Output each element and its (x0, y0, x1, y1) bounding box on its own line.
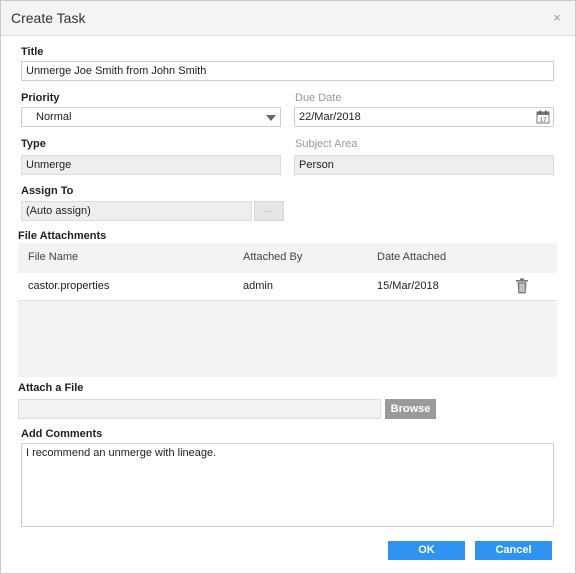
priority-selected-value: Normal (36, 111, 72, 123)
comments-textarea[interactable]: I recommend an unmerge with lineage. (21, 443, 554, 527)
cell-date-attached: 15/Mar/2018 (377, 280, 439, 292)
file-attachments-label: File Attachments (18, 230, 107, 242)
create-task-dialog: Create Task × Title Unmerge Joe Smith fr… (0, 0, 576, 574)
browse-button[interactable]: Browse (385, 399, 436, 419)
column-header-file-name[interactable]: File Name (28, 251, 78, 263)
trash-icon[interactable] (515, 278, 529, 294)
assign-to-label: Assign To (21, 185, 74, 197)
cell-file-name: castor.properties (28, 280, 110, 292)
assign-to-field[interactable]: (Auto assign) (21, 201, 252, 221)
column-header-attached-by[interactable]: Attached By (243, 251, 302, 263)
close-icon[interactable]: × (553, 10, 561, 25)
cancel-button[interactable]: Cancel (475, 541, 552, 560)
due-date-label: Due Date (295, 92, 342, 104)
attach-file-path[interactable] (18, 399, 381, 419)
cell-attached-by: admin (243, 280, 273, 292)
due-date-value: 22/Mar/2018 (299, 111, 361, 123)
select-focus-underline (22, 126, 280, 127)
table-row[interactable]: castor.properties admin 15/Mar/2018 (18, 273, 557, 301)
title-input[interactable]: Unmerge Joe Smith from John Smith (21, 61, 554, 81)
type-label: Type (21, 138, 46, 150)
ok-button[interactable]: OK (388, 541, 465, 560)
dialog-title: Create Task (11, 10, 86, 26)
chevron-down-icon (266, 115, 276, 121)
priority-select[interactable]: Normal (21, 107, 281, 127)
assign-picker-button[interactable]: ... (254, 201, 284, 221)
calendar-icon[interactable]: 17 (536, 110, 550, 124)
attachments-table: File Name Attached By Date Attached cast… (18, 243, 557, 377)
dialog-titlebar: Create Task × (1, 1, 575, 36)
due-date-input[interactable]: 22/Mar/2018 17 (294, 107, 554, 127)
subject-area-label: Subject Area (295, 138, 358, 150)
subject-area-field: Person (294, 155, 554, 175)
add-comments-label: Add Comments (21, 428, 103, 440)
attach-file-label: Attach a File (18, 382, 84, 394)
column-header-date-attached[interactable]: Date Attached (377, 251, 446, 263)
title-label: Title (21, 46, 44, 58)
table-header: File Name Attached By Date Attached (18, 243, 557, 274)
priority-label: Priority (21, 92, 60, 104)
svg-text:17: 17 (539, 117, 547, 124)
type-field: Unmerge (21, 155, 281, 175)
